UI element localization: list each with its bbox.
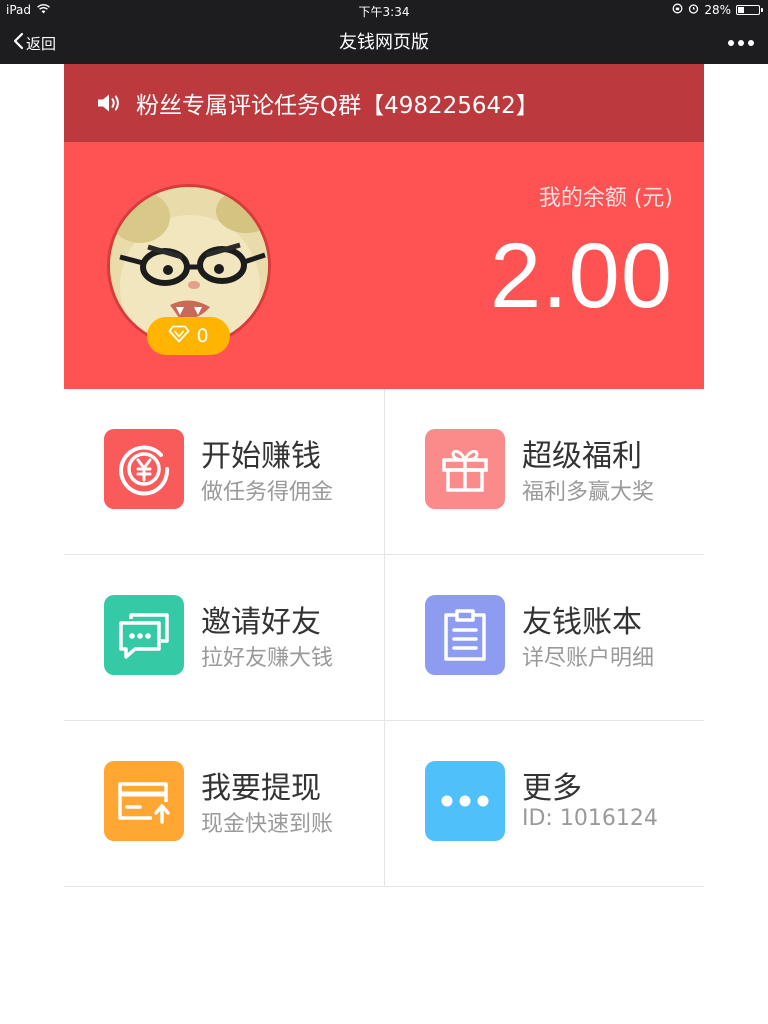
menu-item-subtitle: 现金快速到账 [201, 812, 334, 837]
main-content: 粉丝专属评论任务Q群【498225642】 0 我的余额 (元) 2.00 开始… [64, 64, 704, 887]
notice-text: 粉丝专属评论任务Q群【498225642】 [136, 93, 539, 119]
menu-item-start-earning[interactable]: 开始赚钱 做任务得佣金 [64, 389, 385, 555]
menu-item-title: 我要提现 [201, 771, 321, 806]
diamond-badge: 0 [147, 317, 230, 355]
speaker-icon [96, 92, 122, 114]
menu-item-subtitle: 福利多赢大奖 [522, 480, 655, 505]
menu-item-title: 友钱账本 [522, 605, 642, 640]
more-dot [738, 40, 744, 46]
menu-item-subtitle: 做任务得佣金 [201, 480, 334, 505]
account-header: 0 我的余额 (元) 2.00 [64, 142, 704, 389]
balance-label: 我的余额 (元) [538, 186, 673, 211]
diamond-icon [168, 325, 190, 348]
menu-item-title: 开始赚钱 [201, 439, 321, 474]
nav-bar: 友钱网页版 返回 [0, 22, 768, 64]
balance-value: 2.00 [489, 225, 673, 327]
card-withdraw-icon [104, 761, 184, 841]
page-title: 友钱网页版 [339, 32, 429, 53]
diamond-count: 0 [196, 325, 209, 347]
menu-item-title: 更多 [522, 771, 582, 806]
menu-item-withdraw[interactable]: 我要提现 现金快速到账 [64, 721, 385, 887]
more-dots-icon [425, 761, 505, 841]
menu-item-subtitle: 详尽账户明细 [522, 646, 655, 671]
chevron-left-icon [12, 32, 24, 54]
notice-banner[interactable]: 粉丝专属评论任务Q群【498225642】 [64, 64, 704, 142]
more-dot [748, 40, 754, 46]
alarm-icon [688, 3, 699, 17]
user-id: ID: 1016124 [522, 806, 658, 831]
back-label: 返回 [26, 34, 57, 53]
menu-item-invite-friends[interactable]: 邀请好友 拉好友赚大钱 [64, 555, 385, 721]
more-options-button[interactable] [728, 22, 754, 64]
clipboard-icon [425, 595, 505, 675]
back-button[interactable]: 返回 [12, 22, 56, 64]
menu-item-ledger[interactable]: 友钱账本 详尽账户明细 [385, 555, 704, 721]
gift-icon [425, 429, 505, 509]
status-bar: iPad 下午3:34 28% [0, 0, 768, 22]
menu-item-title: 邀请好友 [201, 605, 321, 640]
battery-icon [736, 5, 763, 15]
menu-item-subtitle: 拉好友赚大钱 [201, 646, 334, 671]
battery-percent: 28% [704, 3, 731, 17]
menu-item-title: 超级福利 [522, 439, 642, 474]
menu-item-more[interactable]: 更多 ID: 1016124 [385, 721, 704, 887]
menu-grid: 开始赚钱 做任务得佣金 超级福利 福利多赢大奖 邀请好友 拉好友赚大钱 友钱账本… [64, 389, 704, 887]
yen-coin-icon [104, 429, 184, 509]
chat-bubbles-icon [104, 595, 184, 675]
lock-rotation-icon [672, 3, 683, 17]
clock: 下午3:34 [358, 5, 410, 19]
menu-item-super-benefits[interactable]: 超级福利 福利多赢大奖 [385, 389, 704, 555]
more-dot [728, 40, 734, 46]
